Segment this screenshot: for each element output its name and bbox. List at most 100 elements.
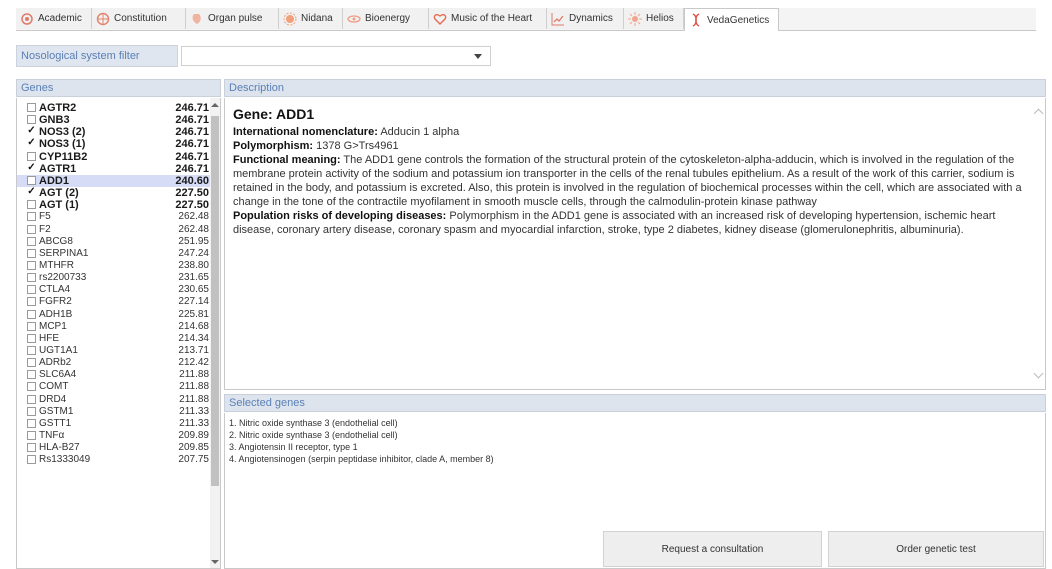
- description-panel: Gene: ADD1 International nomenclature: A…: [224, 98, 1046, 390]
- request-consultation-button[interactable]: Request a consultation: [603, 531, 822, 567]
- tab-organ-pulse[interactable]: Organ pulse: [186, 8, 279, 29]
- tab-music-of-the-heart[interactable]: Music of the Heart: [429, 8, 547, 29]
- gene-checkbox[interactable]: [27, 358, 36, 368]
- nosological-system-select[interactable]: [181, 46, 491, 66]
- chevron-up-icon[interactable]: [1033, 108, 1044, 119]
- gene-score: 207.75: [178, 454, 209, 466]
- tab-academic[interactable]: Academic: [16, 8, 92, 29]
- gene-row[interactable]: ✓ NOS3 (1) 246.71: [17, 138, 211, 151]
- gene-checkbox[interactable]: [27, 115, 36, 125]
- order-genetic-test-button[interactable]: Order genetic test: [828, 531, 1044, 567]
- gene-row[interactable]: ADRb2 212.42: [17, 357, 211, 369]
- tab-nidana[interactable]: Nidana: [279, 8, 343, 29]
- gene-row[interactable]: COMT 211.88: [17, 381, 211, 393]
- gene-checkbox[interactable]: [27, 443, 36, 453]
- gene-row[interactable]: MTHFR 238.80: [17, 260, 211, 272]
- nidana-icon: [283, 12, 297, 25]
- gene-row[interactable]: ✓ NOS3 (2) 246.71: [17, 126, 211, 139]
- tab-bioenergy[interactable]: Bioenergy: [343, 8, 429, 29]
- gene-row[interactable]: ADD1 240.60: [17, 174, 211, 187]
- gene-checkbox[interactable]: [27, 273, 36, 283]
- gene-checkbox[interactable]: [27, 455, 36, 465]
- polymorphism-value: 1378 G>Trs4961: [316, 140, 399, 152]
- gene-checkbox[interactable]: [27, 175, 36, 185]
- gene-checkbox[interactable]: [27, 212, 36, 222]
- gene-score: 246.71: [175, 102, 209, 114]
- checkmark-icon[interactable]: ✓: [27, 126, 36, 136]
- gene-row[interactable]: AGT (1) 227.50: [17, 199, 211, 211]
- gene-checkbox[interactable]: [27, 382, 36, 392]
- genes-scrollbar[interactable]: [210, 98, 220, 568]
- gene-row[interactable]: ABCG8 251.95: [17, 236, 211, 248]
- gene-checkbox[interactable]: [27, 406, 36, 416]
- gene-row[interactable]: SERPINA1 247.24: [17, 248, 211, 260]
- gene-checkbox[interactable]: [27, 431, 36, 441]
- gene-row[interactable]: SLC6A4 211.88: [17, 369, 211, 381]
- scroll-up-icon[interactable]: [211, 103, 219, 107]
- gene-name: AGT (2): [39, 187, 79, 200]
- gene-row[interactable]: UGT1A1 213.71: [17, 345, 211, 357]
- gene-row[interactable]: AGTR2 246.71: [17, 102, 211, 114]
- gene-name: CYP11B2: [39, 150, 88, 163]
- gene-checkbox[interactable]: [27, 309, 36, 319]
- gene-name: COMT: [39, 381, 69, 393]
- gene-checkbox[interactable]: [27, 151, 36, 161]
- gene-row[interactable]: F5 262.48: [17, 211, 211, 223]
- scroll-down-icon[interactable]: [211, 560, 219, 564]
- chevron-down-icon[interactable]: [1033, 368, 1044, 379]
- gene-name: AGTR2: [39, 102, 77, 114]
- gene-name: ABCG8: [39, 235, 73, 247]
- gene-row[interactable]: HFE 214.34: [17, 333, 211, 345]
- gene-row[interactable]: DRD4 211.88: [17, 394, 211, 406]
- gene-row[interactable]: CYP11B2 246.71: [17, 151, 211, 163]
- gene-checkbox[interactable]: [27, 200, 36, 210]
- gene-checkbox[interactable]: [27, 333, 36, 343]
- gene-checkbox[interactable]: [27, 260, 36, 270]
- gene-score: 211.33: [179, 417, 209, 429]
- checkmark-icon[interactable]: ✓: [27, 187, 36, 197]
- tab-vedagenetics[interactable]: VedaGenetics: [684, 8, 779, 31]
- gene-row[interactable]: HLA-B27 209.85: [17, 442, 211, 454]
- gene-row[interactable]: GSTM1 211.33: [17, 406, 211, 418]
- description-scrollbar[interactable]: [1031, 98, 1045, 389]
- gene-row[interactable]: rs2200733 231.65: [17, 272, 211, 284]
- tab-label: Constitution: [114, 13, 167, 24]
- gene-checkbox[interactable]: [27, 103, 36, 112]
- gene-score: 211.88: [179, 369, 209, 381]
- gene-checkbox[interactable]: [27, 248, 36, 258]
- checkmark-icon[interactable]: ✓: [27, 138, 36, 148]
- gene-checkbox[interactable]: [27, 321, 36, 331]
- gene-row[interactable]: GNB3 246.71: [17, 114, 211, 126]
- academic-icon: [21, 12, 33, 25]
- gene-row[interactable]: Rs1333049 207.75: [17, 454, 211, 466]
- tab-label: Academic: [38, 13, 82, 24]
- gene-row[interactable]: MCP1 214.68: [17, 321, 211, 333]
- gene-row[interactable]: FGFR2 227.14: [17, 296, 211, 308]
- gene-checkbox[interactable]: [27, 394, 36, 404]
- gene-row[interactable]: ADH1B 225.81: [17, 309, 211, 321]
- scroll-thumb[interactable]: [211, 116, 219, 486]
- gene-row[interactable]: ✓ AGTR1 246.71: [17, 162, 211, 175]
- nomenclature-label: International nomenclature:: [233, 126, 378, 138]
- gene-checkbox[interactable]: [27, 346, 36, 355]
- description-panel-header: Description: [224, 79, 1046, 97]
- tab-helios[interactable]: Helios: [624, 8, 684, 29]
- gene-checkbox[interactable]: [27, 224, 36, 234]
- gene-checkbox[interactable]: [27, 418, 36, 428]
- gene-row[interactable]: CTLA4 230.65: [17, 284, 211, 296]
- gene-checkbox[interactable]: [27, 285, 36, 295]
- checkmark-icon[interactable]: ✓: [27, 162, 36, 173]
- tab-constitution[interactable]: Constitution: [92, 8, 186, 29]
- gene-row[interactable]: GSTT1 211.33: [17, 418, 211, 430]
- gene-row[interactable]: TNFα 209.89: [17, 430, 211, 442]
- heart-icon: [433, 13, 447, 25]
- gene-checkbox[interactable]: [27, 236, 36, 246]
- genes-list[interactable]: AGTR2 246.71 GNB3 246.71 ✓ NOS3 (2) 246.71 ✓ NOS…: [16, 98, 221, 569]
- gene-checkbox[interactable]: [27, 370, 36, 380]
- gene-checkbox[interactable]: [27, 297, 36, 307]
- polymorphism-row: Polymorphism: 1378 G>Trs4961: [233, 139, 1027, 153]
- gene-row[interactable]: F2 262.48: [17, 224, 211, 236]
- gene-row[interactable]: ✓ AGT (2) 227.50: [17, 187, 211, 200]
- tab-dynamics[interactable]: Dynamics: [547, 8, 624, 29]
- gene-name: GNB3: [39, 114, 70, 127]
